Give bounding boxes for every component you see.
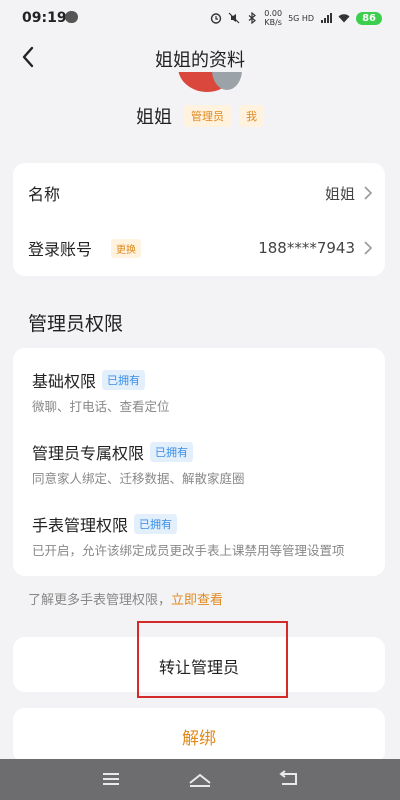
view-now-link[interactable]: 立即查看 [171,593,223,608]
permission-item: 手表管理权限 已拥有 已开启，允许该绑定成员更改手表上课禁用等管理设置项 [32,512,377,559]
page-title: 姐姐的资料 [155,50,245,71]
net-speed: 0.00 KB/s [264,9,282,27]
info-card: 名称 姐姐 登录账号 更换 188****7943 [13,163,385,276]
permissions-card: 基础权限 已拥有 微聊、打电话、查看定位 管理员专属权限 已拥有 同意家人绑定、迁移… [13,348,385,576]
learn-more: 了解更多手表管理权限，立即查看 [28,589,223,608]
mute-icon [228,12,240,24]
me-tag: 我 [239,105,264,127]
profile-name-row: 姐姐 管理员 我 [0,103,400,129]
permissions-section-title: 管理员权限 [28,313,124,335]
unbind-label: 解绑 [182,729,216,749]
owned-badge: 已拥有 [150,442,194,462]
owned-badge: 已拥有 [102,370,146,390]
wifi-icon [338,14,350,23]
permission-desc: 已开启，允许该绑定成员更改手表上课禁用等管理设置项 [32,543,345,558]
unbind-button[interactable]: 解绑 [13,708,385,763]
status-icons: 0.00 KB/s 5G HD 86 [210,9,382,27]
permission-desc: 同意家人绑定、迁移数据、解散家庭圈 [32,471,245,486]
permission-item: 基础权限 已拥有 微聊、打电话、查看定位 [32,368,377,415]
back-icon[interactable] [274,767,304,791]
permission-desc: 微聊、打电话、查看定位 [32,399,170,414]
admin-tag: 管理员 [184,105,231,127]
status-time: 09:19 [22,10,67,26]
profile-name: 姐姐 [136,107,172,128]
bluetooth-icon [248,12,257,24]
learn-more-text: 了解更多手表管理权限， [28,593,172,608]
home-icon[interactable] [185,767,215,791]
permission-title: 基础权限 [32,372,97,391]
battery-level: 86 [356,11,382,25]
net-speed-unit: KB/s [264,18,282,27]
cellular-signal-icon [321,13,333,23]
chevron-right-icon [364,186,373,200]
permission-title: 管理员专属权限 [32,444,145,463]
name-label: 名称 [28,185,61,204]
account-row[interactable]: 登录账号 更换 188****7943 [13,220,385,276]
signal-label: 5G HD [288,13,315,23]
highlight-box [137,621,288,698]
net-speed-value: 0.00 [264,9,283,18]
account-value: 188****7943 [258,239,355,257]
account-label: 登录账号 [28,240,93,259]
owned-badge: 已拥有 [134,514,178,534]
name-row[interactable]: 名称 姐姐 [13,165,385,221]
change-account-tag[interactable]: 更换 [111,238,141,258]
permission-title: 手表管理权限 [32,516,129,535]
message-notification-icon [65,11,78,23]
chevron-right-icon [364,241,373,255]
status-bar: 09:19 0.00 KB/s 5G HD 86 [0,0,400,36]
name-value: 姐姐 [324,184,355,203]
avatar [172,72,242,92]
system-nav-bar [0,759,400,800]
alarm-icon [211,13,222,24]
menu-icon[interactable] [96,767,126,791]
permission-item: 管理员专属权限 已拥有 同意家人绑定、迁移数据、解散家庭圈 [32,440,377,487]
